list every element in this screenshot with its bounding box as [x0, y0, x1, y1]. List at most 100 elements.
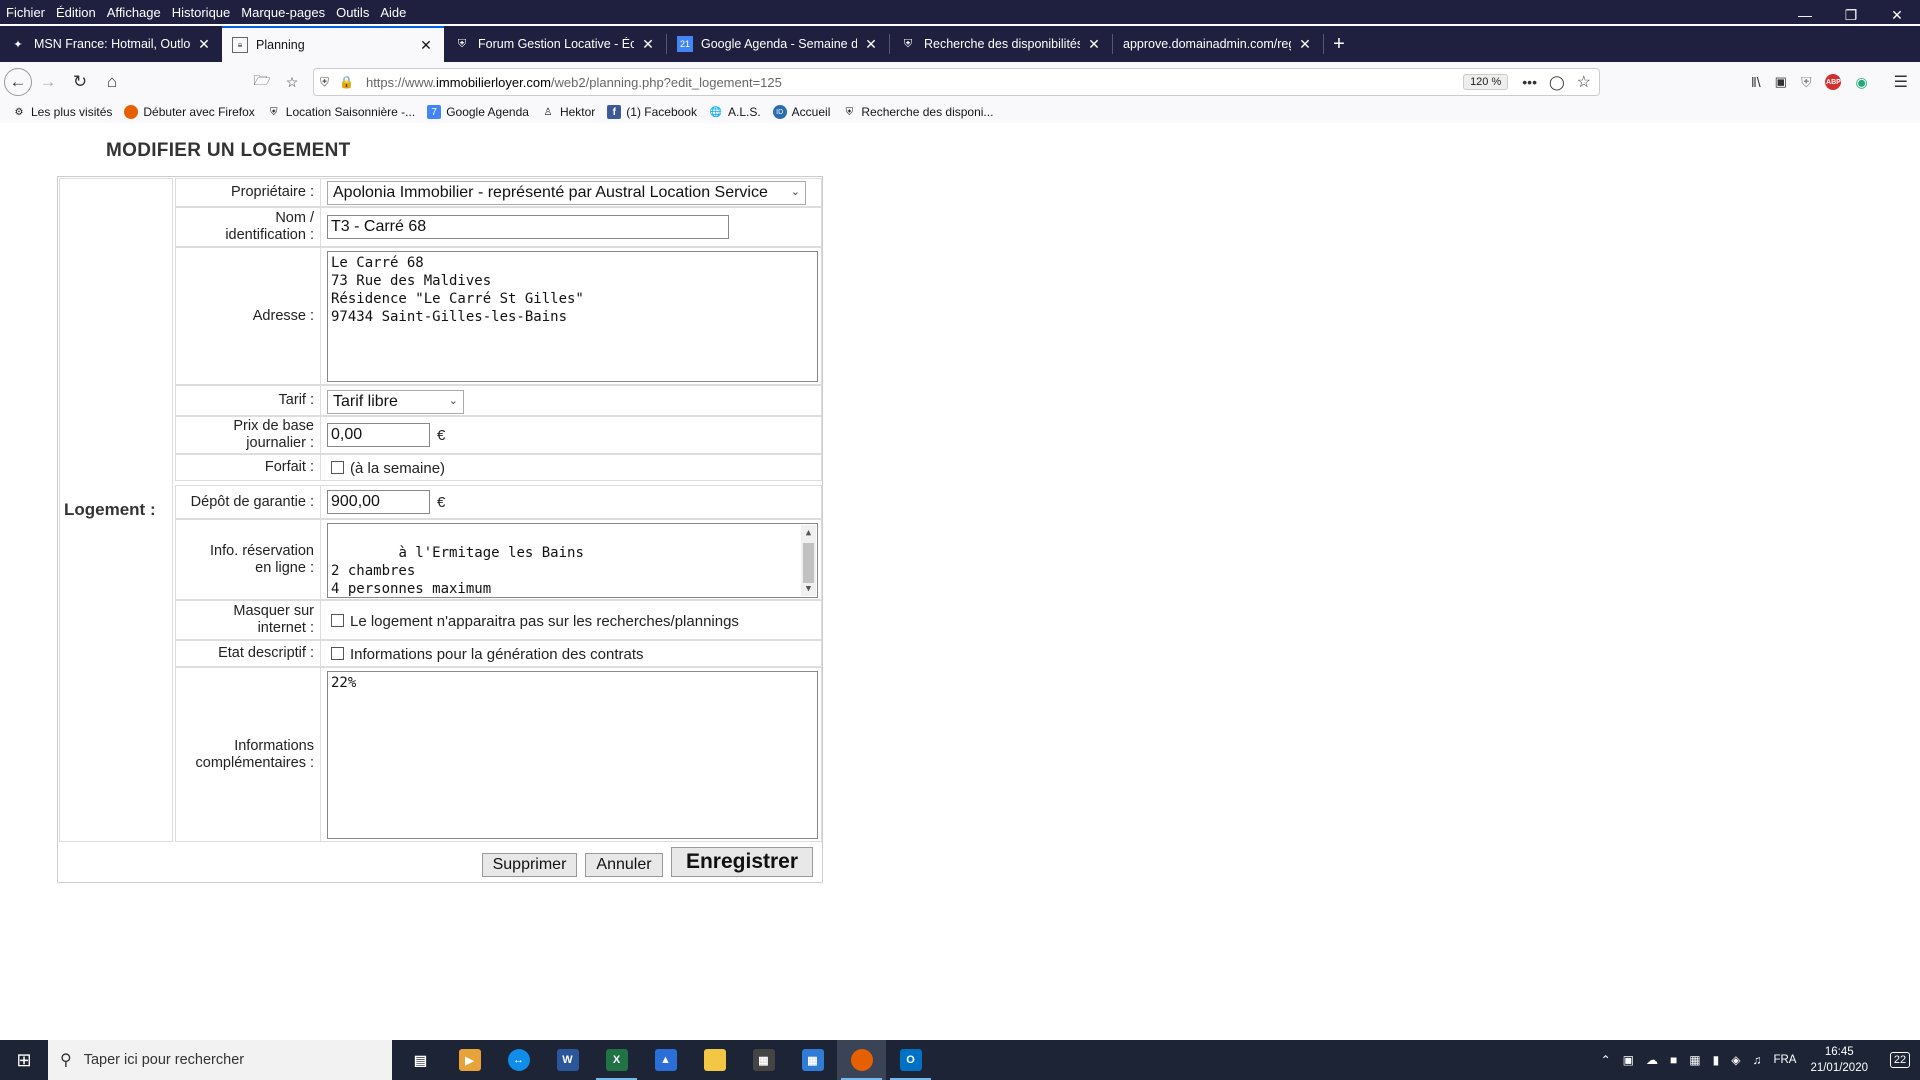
proprietaire-label: Propriétaire : — [176, 179, 321, 206]
tab-msn[interactable]: ✦ MSN France: Hotmail, Outlook, ✕ — [0, 26, 222, 62]
annuler-button[interactable]: Annuler — [585, 853, 663, 877]
bookmark-item[interactable]: 7 Google Agenda — [427, 105, 529, 119]
bookmark-item[interactable]: ⚙ Les plus visités — [12, 105, 113, 119]
menu-marque-pages[interactable]: Marque-pages — [241, 5, 325, 20]
supprimer-button[interactable]: Supprimer — [482, 853, 577, 877]
enregistrer-button[interactable]: Enregistrer — [671, 847, 813, 877]
library-icon[interactable]: ‖\ — [1751, 74, 1761, 90]
tray-box-icon[interactable]: ■ — [1670, 1053, 1677, 1067]
teamviewer-icon[interactable]: ↔ — [494, 1040, 543, 1080]
info-reservation-textarea[interactable]: à l'Ermitage les Bains 2 chambres 4 pers… — [327, 523, 818, 598]
depot-input[interactable]: 900,00 — [327, 490, 430, 514]
chevron-up-icon[interactable]: ⌃ — [1601, 1053, 1611, 1067]
menu-historique[interactable]: Historique — [172, 5, 231, 20]
app-blue-icon[interactable]: ▲ — [641, 1040, 690, 1080]
download-icon[interactable]: ☆ — [276, 66, 308, 98]
language-indicator[interactable]: FRA — [1773, 1054, 1796, 1066]
tray-cloud-icon[interactable]: ☁ — [1646, 1053, 1658, 1067]
excel-icon[interactable]: X — [592, 1040, 641, 1080]
calendar-icon: 21 — [677, 36, 693, 52]
bookmark-item[interactable]: 🌐 A.L.S. — [709, 105, 761, 119]
menu-aide[interactable]: Aide — [380, 5, 406, 20]
adblock-icon[interactable]: ABP — [1825, 74, 1842, 90]
notification-icon[interactable]: 22 — [1880, 1040, 1920, 1080]
zoom-level[interactable]: 120 % — [1463, 74, 1509, 90]
firefox-icon[interactable] — [837, 1040, 886, 1080]
bookmark-item[interactable]: ⛨ Recherche des disponi... — [842, 105, 994, 119]
menu-affichage[interactable]: Affichage — [107, 5, 161, 20]
nom-label: Nom / identification : — [176, 208, 321, 246]
close-icon[interactable]: ✕ — [640, 36, 656, 53]
tab-google-agenda[interactable]: 21 Google Agenda - Semaine du 2 ✕ — [667, 26, 889, 62]
shield-icon[interactable]: ⛨ — [320, 75, 329, 90]
tab-recherche[interactable]: ⛨ Recherche des disponibilités ✕ — [890, 26, 1112, 62]
bookmark-label: Google Agenda — [446, 105, 529, 119]
file-explorer-icon[interactable] — [690, 1040, 739, 1080]
url-bar[interactable]: ⛨ 🔒 https://www.immobilierloyer.com/web2… — [313, 68, 1600, 96]
bookmark-item[interactable]: ♙ Hektor — [541, 105, 595, 119]
word-icon[interactable]: W — [543, 1040, 592, 1080]
folder-icon[interactable]: 🗁 — [246, 66, 278, 98]
etat-checkbox[interactable] — [331, 647, 344, 660]
volume-icon[interactable]: ♫ — [1752, 1053, 1761, 1067]
close-icon[interactable]: ✕ — [1297, 36, 1313, 53]
home-icon[interactable]: ⌂ — [96, 66, 128, 98]
outlook-icon[interactable]: O — [886, 1040, 935, 1080]
sidebar-icon[interactable]: ▣ — [1775, 74, 1787, 90]
scroll-thumb[interactable] — [803, 543, 814, 583]
tray-excel-icon[interactable]: ▦ — [1689, 1053, 1700, 1067]
textarea-scrollbar[interactable]: ▲ ▼ — [801, 525, 816, 596]
bookmark-item[interactable]: Débuter avec Firefox — [124, 105, 255, 119]
url-text[interactable]: https://www.immobilierloyer.com/web2/pla… — [366, 75, 1463, 90]
nom-input[interactable]: T3 - Carré 68 — [327, 215, 729, 239]
row-forfait: Forfait : (à la semaine) — [175, 454, 822, 481]
media-player-icon[interactable]: ▶ — [445, 1040, 494, 1080]
masquer-checkbox[interactable] — [331, 614, 344, 627]
menu-fichier[interactable]: Fichier — [6, 5, 45, 20]
back-icon[interactable]: ← — [4, 68, 32, 96]
bookmark-item[interactable]: ID Accueil — [772, 105, 830, 119]
menu-edition[interactable]: Édition — [56, 5, 96, 20]
shield-addon-icon[interactable]: ⛨ — [1801, 74, 1812, 91]
new-tab-icon[interactable]: + — [1324, 26, 1354, 62]
extension-icon[interactable]: ◉ — [1855, 74, 1867, 91]
more-icon[interactable]: ••• — [1522, 74, 1537, 90]
calendar-app-icon[interactable]: ▦ — [788, 1040, 837, 1080]
menu-outils[interactable]: Outils — [336, 5, 369, 20]
tray-app-icon[interactable]: ▣ — [1623, 1053, 1634, 1067]
search-placeholder: Taper ici pour rechercher — [83, 1052, 245, 1068]
taskbar-search[interactable]: ⚲ Taper ici pour rechercher — [48, 1040, 392, 1080]
proprietaire-select[interactable]: Apolonia Immobilier - représenté par Aus… — [327, 181, 806, 205]
menu-icon[interactable]: ☰ — [1894, 72, 1908, 92]
forfait-checkbox[interactable] — [331, 461, 344, 474]
close-icon[interactable]: ✕ — [863, 36, 879, 53]
lock-icon[interactable]: 🔒 — [339, 75, 354, 89]
adresse-textarea[interactable]: Le Carré 68 73 Rue des Maldives Résidenc… — [327, 251, 818, 382]
pocket-icon[interactable]: ◯ — [1549, 74, 1565, 91]
bookmark-item[interactable]: f (1) Facebook — [607, 105, 697, 119]
bookmark-label: Recherche des disponi... — [861, 105, 994, 119]
prix-input[interactable]: 0,00 — [327, 423, 430, 447]
tab-approve[interactable]: approve.domainadmin.com/regist ✕ — [1113, 26, 1323, 62]
calculator-icon[interactable]: ▦ — [739, 1040, 788, 1080]
reload-icon[interactable]: ↻ — [64, 66, 96, 98]
forward-icon[interactable]: → — [32, 66, 64, 98]
star-icon[interactable]: ☆ — [1577, 72, 1591, 92]
scroll-down-icon[interactable]: ▼ — [801, 581, 816, 596]
infos-comp-textarea[interactable]: 22% — [327, 671, 818, 839]
wifi-icon[interactable]: ◈ — [1731, 1053, 1740, 1067]
forfait-label: Forfait : — [176, 455, 321, 480]
close-icon[interactable]: ✕ — [1086, 36, 1102, 53]
tab-planning[interactable]: ≡ Planning ✕ — [222, 26, 444, 62]
tarif-select[interactable]: Tarif libre ⌄ — [327, 390, 464, 414]
clock[interactable]: 16:45 21/01/2020 — [1810, 1044, 1868, 1076]
task-view-icon[interactable]: ▤ — [396, 1040, 445, 1080]
scroll-up-icon[interactable]: ▲ — [801, 525, 816, 540]
close-icon[interactable]: ✕ — [418, 37, 434, 54]
windows-start-icon[interactable]: ⊞ — [0, 1040, 48, 1080]
battery-icon[interactable]: ▮ — [1713, 1053, 1720, 1067]
close-icon[interactable]: ✕ — [196, 36, 212, 53]
info-reservation-value-cell: à l'Ermitage les Bains 2 chambres 4 pers… — [324, 520, 821, 599]
tab-forum[interactable]: ⛨ Forum Gestion Locative - Écrire ✕ — [444, 26, 666, 62]
bookmark-item[interactable]: ⛨ Location Saisonnière -... — [267, 105, 415, 119]
